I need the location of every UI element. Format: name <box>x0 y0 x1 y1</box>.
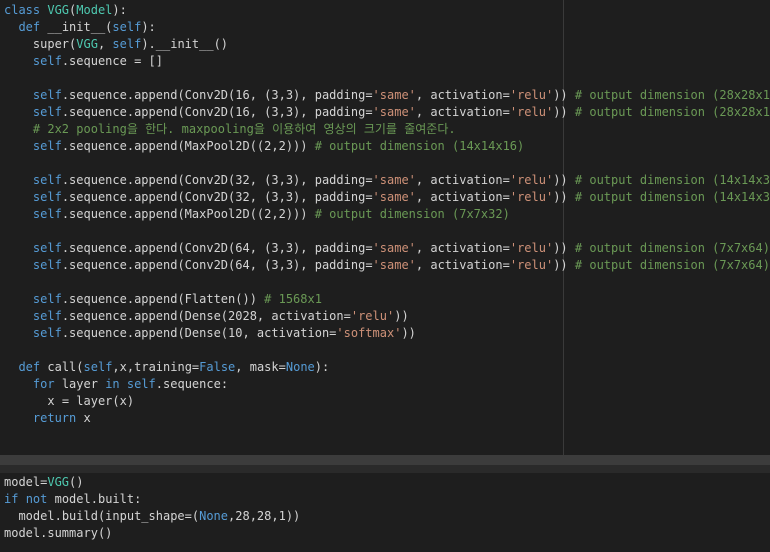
code-line-2: def __init__(self): <box>18 20 156 34</box>
cell2-line-4: model.summary() <box>4 526 113 540</box>
code-line-7: self.sequence.append(Conv2D(16, (3,3), p… <box>32 105 770 119</box>
code-line-4: self.sequence = [] <box>32 54 163 68</box>
code-line-22: def call(self,x,training=False, mask=Non… <box>18 360 330 374</box>
code-cell-model-build[interactable]: model=VGG() if not model.built: model.bui… <box>0 473 770 552</box>
code-line-1: class VGG(Model): <box>4 3 127 17</box>
code-line-3: super(VGG, self).__init__() <box>32 37 229 51</box>
code-line-24: x = layer(x) <box>47 394 135 408</box>
code-line-15: self.sequence.append(Conv2D(64, (3,3), p… <box>32 241 770 255</box>
code-line-8: # 2x2 pooling을 한다. maxpooling을 이용하여 영상의 … <box>32 122 456 136</box>
cell-separator <box>0 455 770 465</box>
code-line-20: self.sequence.append(Dense(10, activatio… <box>32 326 416 340</box>
code-line-19: self.sequence.append(Dense(2028, activat… <box>32 309 409 323</box>
code-line-9: self.sequence.append(MaxPool2D((2,2))) #… <box>32 139 525 153</box>
cell2-line-1: model=VGG() <box>4 475 84 489</box>
cell2-line-2: if not model.built: <box>4 492 142 506</box>
code-line-25: return x <box>32 411 91 425</box>
code-line-13: self.sequence.append(MaxPool2D((2,2))) #… <box>32 207 510 221</box>
code-line-12: self.sequence.append(Conv2D(32, (3,3), p… <box>32 190 770 204</box>
code-line-18: self.sequence.append(Flatten()) # 1568x1 <box>32 292 322 306</box>
code-line-16: self.sequence.append(Conv2D(64, (3,3), p… <box>32 258 770 272</box>
code-cell-vgg-class[interactable]: class VGG(Model): def __init__(self): su… <box>0 0 770 455</box>
code-line-6: self.sequence.append(Conv2D(16, (3,3), p… <box>32 88 770 102</box>
line-length-ruler <box>563 0 564 455</box>
cell-gap <box>0 465 770 473</box>
code-line-11: self.sequence.append(Conv2D(32, (3,3), p… <box>32 173 770 187</box>
cell2-line-3: model.build(input_shape=(None,28,28,1)) <box>18 509 301 523</box>
code-line-23: for layer in self.sequence: <box>32 377 229 391</box>
